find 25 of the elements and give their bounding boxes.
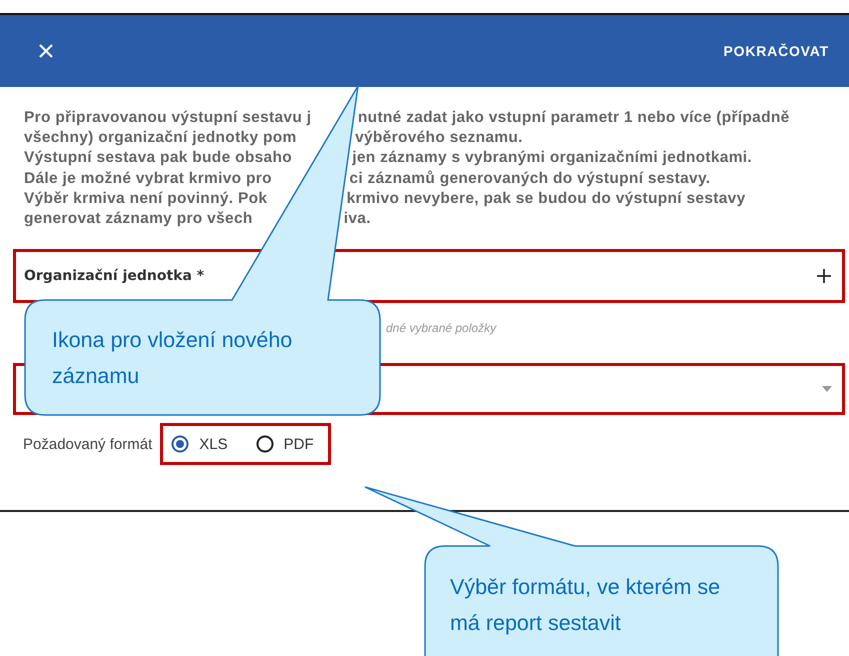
intro-text: jen záznamy s vybranými organizačními jednotkami.: [352, 149, 752, 166]
intro-text: Výběr krmiva není povinný. Pok: [24, 190, 268, 207]
intro-text: nutné zadat jako vstupní parametr 1 nebo více (případně: [358, 109, 790, 126]
intro-text: ci záznamů generovaných do výstupní sestavy.: [349, 170, 710, 187]
hint-text: dné vybrané položky: [386, 321, 498, 338]
continue-button[interactable]: POKRAČOVAT: [724, 37, 829, 65]
radio-icon[interactable]: [171, 435, 190, 454]
plus-icon[interactable]: [816, 268, 832, 284]
caret-icon[interactable]: [822, 386, 832, 392]
radio-option[interactable]: PDF: [256, 435, 314, 454]
intro-text: iva.: [344, 210, 371, 228]
intro-text: výběrového seznamu.: [355, 129, 523, 146]
close-icon[interactable]: [38, 43, 54, 59]
intro-text: krmivo nevybere, pak se budou do výstupní sestavy: [346, 190, 746, 207]
intro-text: Dále je možné vybrat krmivo pro: [24, 170, 272, 187]
callout-text: Ikona pro vložení nového záznamu: [52, 327, 294, 390]
intro-text: Pro připravovanou výstupní sestavu j: [24, 109, 312, 126]
field-label: Organizační jednotka *: [24, 268, 204, 284]
radio-option[interactable]: XLS: [171, 435, 228, 454]
intro-text: generovat záznamy pro všech: [24, 210, 253, 228]
intro-text: všechny) organizační jednotky pom: [24, 129, 297, 146]
radio-icon[interactable]: [256, 435, 274, 454]
format-label: Požadovaný formát: [23, 436, 152, 453]
intro-text: Výstupní sestava pak bude obsaho: [24, 149, 292, 166]
callout-text: Výběr formátu, ve kterém se má report sestavit: [450, 574, 722, 637]
